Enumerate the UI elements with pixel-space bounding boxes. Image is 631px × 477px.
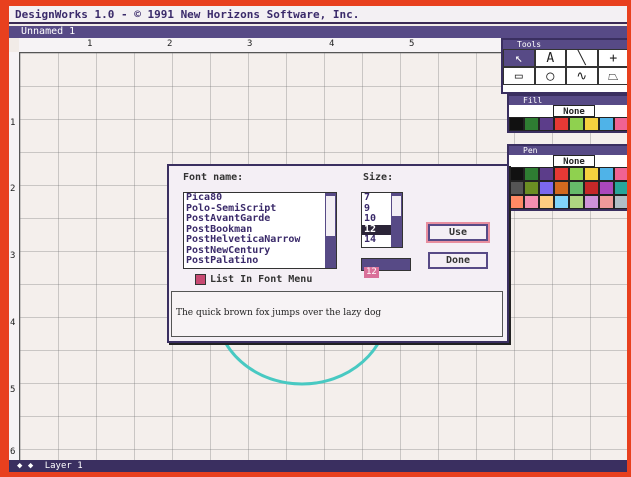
color-swatch[interactable] bbox=[539, 195, 554, 209]
done-button[interactable]: Done bbox=[428, 252, 488, 269]
tools-palette-title[interactable]: Tools bbox=[503, 40, 627, 49]
size-input[interactable]: 12 bbox=[361, 258, 411, 278]
color-swatch[interactable] bbox=[584, 117, 599, 131]
color-swatch[interactable] bbox=[554, 181, 569, 195]
color-swatch[interactable] bbox=[614, 117, 627, 131]
scroll-thumb[interactable] bbox=[326, 196, 335, 236]
color-swatch[interactable] bbox=[569, 195, 584, 209]
screen: DesignWorks 1.0 - © 1991 New Horizons So… bbox=[9, 6, 627, 472]
rectangle-tool-icon[interactable]: ▭ bbox=[503, 67, 535, 85]
color-swatch[interactable] bbox=[509, 167, 524, 181]
ruler-tick: 1 bbox=[87, 39, 93, 49]
ruler-tick: 3 bbox=[10, 251, 16, 261]
size-list[interactable]: 7 9 10 12 14 bbox=[361, 192, 403, 248]
ruler-tick: 4 bbox=[10, 318, 16, 328]
left-ruler: 1 2 3 4 5 6 bbox=[9, 52, 20, 460]
color-swatch[interactable] bbox=[524, 195, 539, 209]
font-dialog: Font name: Size: Pica80 Polo-SemiScript … bbox=[167, 164, 509, 343]
color-swatch[interactable] bbox=[524, 167, 539, 181]
color-swatch[interactable] bbox=[539, 181, 554, 195]
color-swatch[interactable] bbox=[509, 117, 524, 131]
color-swatch[interactable] bbox=[539, 117, 554, 131]
color-swatch[interactable] bbox=[524, 117, 539, 131]
preview-text: The quick brown fox jumps over the lazy … bbox=[176, 308, 382, 318]
size-label: Size: bbox=[363, 172, 394, 183]
ruler-tick: 2 bbox=[10, 184, 16, 194]
list-in-font-menu-checkbox[interactable]: List In Font Menu bbox=[195, 274, 312, 285]
size-list-scrollbar[interactable] bbox=[391, 193, 402, 247]
pen-palette-title[interactable]: Pen bbox=[509, 146, 627, 155]
font-list-item[interactable]: PostHelveticaNarrow bbox=[184, 234, 336, 246]
color-swatch[interactable] bbox=[554, 167, 569, 181]
crosshair-tool-icon[interactable]: + bbox=[597, 49, 627, 67]
fill-none-option[interactable]: None bbox=[553, 105, 595, 117]
fill-palette: Fill None bbox=[507, 94, 627, 133]
color-swatch[interactable] bbox=[509, 195, 524, 209]
tools-palette: Tools ↖ A ╲ + ▭ ◯ ∿ ⏢ bbox=[501, 38, 627, 94]
color-swatch[interactable] bbox=[599, 167, 614, 181]
checkbox-icon[interactable] bbox=[195, 274, 206, 285]
app-title-bar: DesignWorks 1.0 - © 1991 New Horizons So… bbox=[9, 6, 627, 24]
ruler-tick: 5 bbox=[10, 385, 16, 395]
arrow-tool-icon[interactable]: ↖ bbox=[503, 49, 535, 67]
document-title-bar[interactable]: Unnamed 1 bbox=[9, 26, 627, 38]
oval-tool-icon[interactable]: ◯ bbox=[534, 67, 566, 85]
color-swatch[interactable] bbox=[569, 117, 584, 131]
color-swatch[interactable] bbox=[584, 167, 599, 181]
list-in-font-menu-label: List In Font Menu bbox=[210, 274, 313, 285]
color-swatch[interactable] bbox=[539, 167, 554, 181]
font-list[interactable]: Pica80 Polo-SemiScript PostAvantGarde Po… bbox=[183, 192, 337, 269]
font-list-item[interactable]: PostPalatino bbox=[184, 255, 336, 267]
color-swatch[interactable] bbox=[584, 195, 599, 209]
text-tool-icon[interactable]: A bbox=[534, 49, 566, 67]
line-tool-icon[interactable]: ╲ bbox=[566, 49, 598, 67]
ruler-tick: 5 bbox=[409, 39, 415, 49]
ruler-tick: 3 bbox=[247, 39, 253, 49]
color-swatch[interactable] bbox=[569, 167, 584, 181]
color-swatch[interactable] bbox=[569, 181, 584, 195]
font-list-scrollbar[interactable] bbox=[325, 193, 336, 268]
color-swatch[interactable] bbox=[599, 181, 614, 195]
size-input-value: 12 bbox=[364, 267, 379, 278]
font-list-item[interactable]: Pica80 bbox=[184, 193, 336, 204]
color-swatch[interactable] bbox=[584, 181, 599, 195]
color-swatch[interactable] bbox=[614, 195, 627, 209]
layer-label[interactable]: Layer 1 bbox=[45, 461, 83, 471]
status-bar: ◆ ◆ Layer 1 bbox=[9, 460, 627, 472]
fill-palette-title[interactable]: Fill bbox=[509, 96, 627, 105]
color-swatch[interactable] bbox=[614, 167, 627, 181]
pen-none-option[interactable]: None bbox=[553, 155, 595, 167]
ruler-tick: 1 bbox=[10, 118, 16, 128]
use-button[interactable]: Use bbox=[426, 222, 490, 243]
app-title: DesignWorks 1.0 - © 1991 New Horizons So… bbox=[15, 8, 360, 21]
polygon-tool-icon[interactable]: ⏢ bbox=[597, 67, 627, 85]
curve-tool-icon[interactable]: ∿ bbox=[566, 67, 598, 85]
pen-palette: Pen None bbox=[507, 144, 627, 211]
font-preview: The quick brown fox jumps over the lazy … bbox=[171, 291, 503, 337]
color-swatch[interactable] bbox=[509, 181, 524, 195]
document-title: Unnamed 1 bbox=[21, 26, 76, 37]
color-swatch[interactable] bbox=[599, 117, 614, 131]
color-swatch[interactable] bbox=[599, 195, 614, 209]
color-swatch[interactable] bbox=[554, 117, 569, 131]
scroll-thumb[interactable] bbox=[392, 196, 401, 216]
ruler-tick: 6 bbox=[10, 447, 16, 457]
layer-arrows-icon[interactable]: ◆ ◆ bbox=[17, 461, 33, 471]
color-swatch[interactable] bbox=[614, 181, 627, 195]
ruler-tick: 4 bbox=[329, 39, 335, 49]
color-swatch[interactable] bbox=[524, 181, 539, 195]
ruler-tick: 2 bbox=[167, 39, 173, 49]
font-list-item[interactable]: PostAvantGarde bbox=[184, 213, 336, 225]
font-name-label: Font name: bbox=[183, 172, 244, 183]
color-swatch[interactable] bbox=[554, 195, 569, 209]
